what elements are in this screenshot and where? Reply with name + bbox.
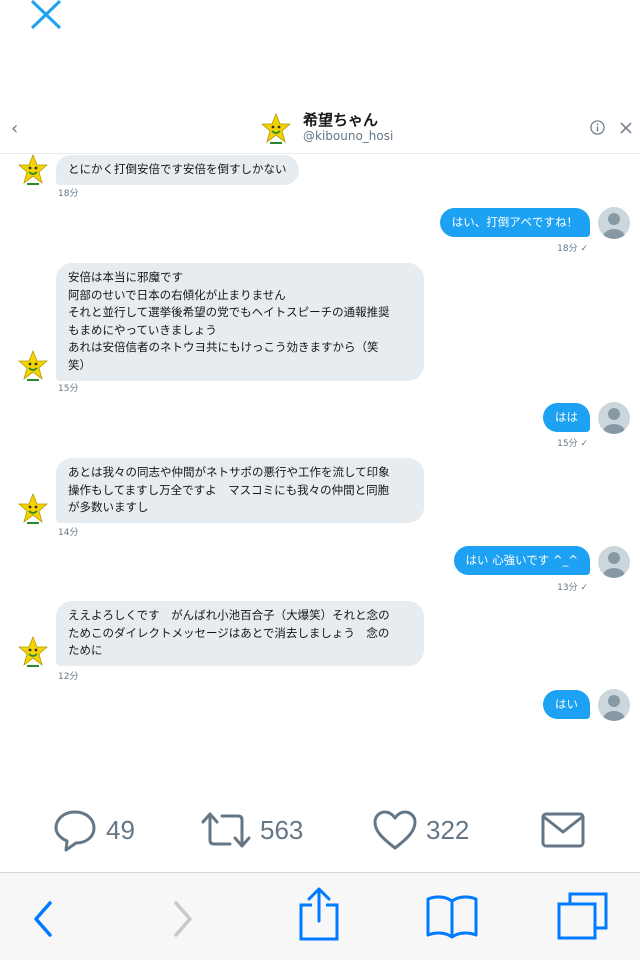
like-count: 322 <box>426 814 470 845</box>
close-conversation-icon[interactable] <box>620 122 632 134</box>
star-avatar-icon <box>260 113 292 144</box>
message-timestamp: 14分 <box>58 528 79 538</box>
star-avatar-icon <box>18 493 48 524</box>
reply-count: 49 <box>106 814 135 845</box>
message-bubble-incoming[interactable]: ええよろしくです がんばれ小池百合子（大爆笑）それと念の ためこのダイレクトメッ… <box>56 601 424 666</box>
reply-button[interactable]: 49 <box>52 808 135 852</box>
info-icon[interactable] <box>590 120 605 135</box>
message-timestamp: 13分 ✓ <box>557 583 588 593</box>
browser-back-icon[interactable] <box>30 899 56 939</box>
default-profile-icon <box>603 408 625 434</box>
retweet-count: 563 <box>260 814 304 845</box>
message-bubble-incoming[interactable]: 安倍は本当に邪魔です 阿部のせいで日本の右傾化が止まりません それと並行して選挙… <box>56 263 424 381</box>
close-icon[interactable] <box>28 0 64 30</box>
heart-icon <box>373 810 417 850</box>
like-button[interactable]: 322 <box>372 808 469 852</box>
message-bubble-outgoing[interactable]: はは <box>543 403 590 432</box>
browser-forward-icon[interactable] <box>170 899 196 939</box>
star-avatar-icon <box>18 350 48 381</box>
message-bubble-outgoing[interactable]: はい 心強いです ^_^ <box>453 546 590 575</box>
share-icon[interactable] <box>298 887 340 941</box>
tweet-actions: 49 563 322 <box>0 800 640 860</box>
message-timestamp: 18分 <box>58 189 79 199</box>
message-bubble-outgoing[interactable]: はい <box>543 690 590 719</box>
message-timestamp: 12分 <box>58 672 79 682</box>
contact-name: 希望ちゃん <box>303 111 379 129</box>
retweet-button[interactable]: 563 <box>200 808 303 852</box>
bookmarks-icon[interactable] <box>425 893 479 939</box>
envelope-icon <box>541 812 585 848</box>
browser-toolbar <box>0 872 640 960</box>
user-avatar <box>598 402 630 434</box>
user-avatar <box>598 207 630 239</box>
tabs-icon[interactable] <box>556 891 610 941</box>
message-timestamp: 15分 ✓ <box>557 439 588 449</box>
user-avatar <box>598 689 630 721</box>
default-profile-icon <box>603 695 625 721</box>
message-bubble-outgoing[interactable]: はい、打倒アベですね！ <box>439 208 590 237</box>
user-avatar <box>598 546 630 578</box>
star-avatar-icon <box>18 154 48 185</box>
message-timestamp: 15分 <box>58 384 79 394</box>
star-avatar-icon <box>18 636 48 667</box>
contact-handle: @kibouno_hosi <box>303 129 394 143</box>
reply-icon <box>54 810 96 852</box>
message-bubble-incoming[interactable]: あとは我々の同志や仲間がネトサポの悪行や工作を流して印象 操作もしてますし万全で… <box>56 458 424 523</box>
default-profile-icon <box>603 213 625 239</box>
back-chevron-icon[interactable]: ‹ <box>11 118 18 139</box>
message-timestamp: 18分 ✓ <box>557 244 588 254</box>
dm-header: ‹ 希望ちゃん @kibouno_hosi <box>0 104 640 154</box>
retweet-icon <box>201 812 251 848</box>
dm-share-button[interactable] <box>540 808 586 852</box>
message-bubble-incoming[interactable]: とにかく打倒安倍です安倍を倒すしかない <box>56 155 299 185</box>
default-profile-icon <box>603 552 625 578</box>
